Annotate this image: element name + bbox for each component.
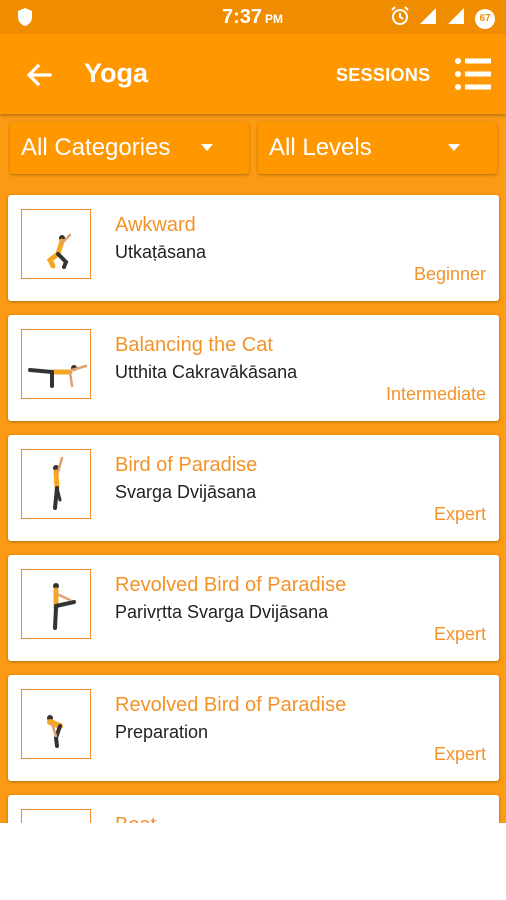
pose-thumbnail xyxy=(21,209,91,279)
pose-thumbnail xyxy=(21,809,91,823)
pose-card-awkward[interactable]: Awkward Utkaṭāsana Beginner xyxy=(8,195,499,301)
signal-icon xyxy=(418,6,438,31)
pose-name: Awkward xyxy=(115,214,196,236)
signal-icon xyxy=(446,6,466,31)
dropdown-caret-icon xyxy=(201,144,213,151)
pose-card-balancing-the-cat[interactable]: Balancing the Cat Utthita Cakravākāsana … xyxy=(8,315,499,421)
battery-icon: 67 xyxy=(474,8,496,30)
list-menu-icon[interactable] xyxy=(454,56,492,92)
pose-sanskrit-name: Preparation xyxy=(115,722,209,742)
pose-name: Revolved Bird of Paradise xyxy=(115,694,347,716)
pose-card-bird-of-paradise[interactable]: Bird of Paradise Svarga Dvijāsana Expert xyxy=(8,435,499,541)
alarm-icon xyxy=(390,6,410,31)
status-bar: 7:37 PM 67 xyxy=(0,0,506,34)
dropdown-caret-icon xyxy=(448,144,460,151)
level-dropdown[interactable]: All Levels xyxy=(258,122,497,174)
pose-card-boat[interactable]: Boat xyxy=(8,795,499,823)
sessions-button[interactable]: SESSIONS xyxy=(336,65,430,86)
level-dropdown-label: All Levels xyxy=(269,134,372,161)
page-title: Yoga xyxy=(84,58,149,88)
pose-sanskrit-name: Utthita Cakravākāsana xyxy=(115,362,298,382)
battery-level: 67 xyxy=(479,12,491,24)
pose-name: Balancing the Cat xyxy=(115,334,273,356)
category-dropdown-label: All Categories xyxy=(21,134,171,161)
pose-name: Boat xyxy=(115,814,156,823)
pose-sanskrit-name: Utkaṭāsana xyxy=(115,242,207,262)
back-arrow-icon[interactable] xyxy=(22,58,56,92)
pose-level: Intermediate xyxy=(385,384,486,404)
pose-level: Beginner xyxy=(413,264,486,284)
shield-icon xyxy=(16,7,34,32)
pose-card-revolved-bird-of-paradise[interactable]: Revolved Bird of Paradise Parivṛtta Svar… xyxy=(8,555,499,661)
status-time: 7:37 PM xyxy=(222,6,284,28)
pose-card-revolved-bird-of-paradise-preparation[interactable]: Revolved Bird of Paradise Preparation Ex… xyxy=(8,675,499,781)
pose-level: Expert xyxy=(433,624,486,644)
pose-name: Bird of Paradise xyxy=(115,454,258,476)
pose-thumbnail xyxy=(21,329,91,399)
pose-level: Expert xyxy=(433,744,486,764)
pose-level: Expert xyxy=(433,504,486,524)
app-bar: Yoga SESSIONS xyxy=(0,34,506,114)
pose-sanskrit-name: Parivṛtta Svarga Dvijāsana xyxy=(115,602,329,622)
category-dropdown[interactable]: All Categories xyxy=(10,122,249,174)
pose-thumbnail xyxy=(21,689,91,759)
filter-row: All Categories All Levels xyxy=(0,114,506,190)
app-screen: 7:37 PM 67 Yoga SESSIONS All Categories … xyxy=(0,0,506,823)
status-icons: 67 xyxy=(390,6,496,31)
pose-thumbnail xyxy=(21,449,91,519)
pose-sanskrit-name: Svarga Dvijāsana xyxy=(115,482,257,502)
pose-name: Revolved Bird of Paradise xyxy=(115,574,347,596)
pose-thumbnail xyxy=(21,569,91,639)
